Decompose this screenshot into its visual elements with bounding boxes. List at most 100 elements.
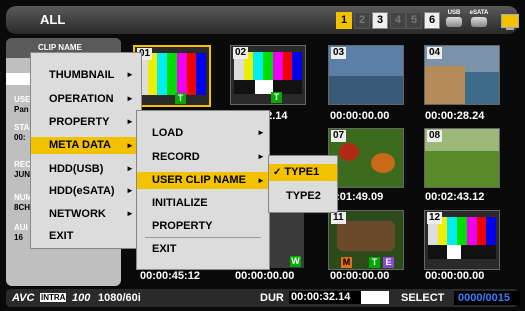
menu-item-network[interactable]: NETWORK ► xyxy=(31,206,141,222)
thumb-number: 07 xyxy=(331,130,347,142)
select-label: SELECT xyxy=(401,292,445,304)
chevron-right-icon: ► xyxy=(126,117,134,126)
thumbnail-07[interactable]: 07 xyxy=(328,128,404,188)
menu-divider xyxy=(145,237,261,238)
thumbnail-12[interactable]: 12 xyxy=(424,210,500,270)
menu-item-label: INITIALIZE xyxy=(152,197,208,209)
thumbnail-03[interactable]: 03 xyxy=(328,45,404,105)
thumbnail-08[interactable]: 08 xyxy=(424,128,500,188)
clip-name-label: CLIP NAME xyxy=(38,43,82,52)
slot-4[interactable]: 4 xyxy=(390,12,406,29)
esata-drive-icon[interactable]: eSATA xyxy=(468,10,490,27)
menu-item-property[interactable]: PROPERTY xyxy=(137,218,269,234)
menu-item-load[interactable]: LOAD ► xyxy=(137,125,269,141)
thumbnail-01[interactable]: 01 T xyxy=(133,45,211,107)
monitor-icon[interactable] xyxy=(501,14,519,30)
duration-bar: 00:00:32.14 xyxy=(289,291,389,304)
menu-item-meta-data[interactable]: META DATA ► xyxy=(31,137,141,154)
thumb-number: 11 xyxy=(331,212,346,224)
menu-item-initialize[interactable]: INITIALIZE xyxy=(137,195,269,211)
menu-item-label: OPERATION xyxy=(49,93,114,105)
menu-item-label: THUMBNAIL xyxy=(49,69,115,81)
start-value: 00: xyxy=(14,133,26,142)
thumb-timecode: 00:00:00.00 xyxy=(330,110,390,122)
thumb-number: 12 xyxy=(427,212,443,224)
check-icon: ✓ xyxy=(273,167,282,178)
menu-item-hdd-esata[interactable]: HDD(eSATA) ► xyxy=(31,183,141,199)
m-badge: M xyxy=(341,257,352,268)
esata-label: eSATA xyxy=(469,10,489,16)
chevron-right-icon: ► xyxy=(126,209,134,218)
slot-6[interactable]: 6 xyxy=(424,12,440,29)
slot-2[interactable]: 2 xyxy=(354,12,370,29)
t-badge: T xyxy=(271,92,282,103)
rec-value: JUN xyxy=(14,170,31,179)
chevron-right-icon: ► xyxy=(126,70,134,79)
format-logo-avc: AVC xyxy=(12,292,35,304)
slot-1[interactable]: 1 xyxy=(336,12,352,29)
usb-drive-icon[interactable]: USB xyxy=(443,10,465,27)
w-badge: W xyxy=(290,256,301,267)
header-bar: ALL 1 2 3 4 5 6 USB eSATA xyxy=(6,6,519,34)
thumb-timecode: 00:00:28.24 xyxy=(425,110,485,122)
chevron-right-icon: ► xyxy=(126,186,134,195)
chevron-right-icon: ► xyxy=(257,152,265,161)
menu-item-user-clip-name[interactable]: USER CLIP NAME ► xyxy=(137,172,269,189)
user-value: Pan xyxy=(14,105,29,114)
slot-5[interactable]: 5 xyxy=(406,12,422,29)
thumb-timecode: 00:00:00.00 xyxy=(425,270,485,282)
chevron-right-icon: ► xyxy=(126,141,134,150)
menu-item-label: PROPERTY xyxy=(152,220,213,232)
format-logo-intra: INTRA xyxy=(40,293,67,302)
menu-item-label: RECORD xyxy=(152,151,200,163)
dur-value: 00:00:32.14 xyxy=(291,291,351,303)
menu-item-type1[interactable]: ✓ TYPE1 xyxy=(269,164,337,181)
menu-item-exit[interactable]: EXIT xyxy=(31,228,141,244)
format-logo-code: 100 xyxy=(72,292,91,304)
t-badge: T xyxy=(175,93,186,104)
user-clip-name-submenu: ✓ TYPE1 TYPE2 xyxy=(268,155,338,213)
menu-item-label: EXIT xyxy=(152,243,177,255)
e-badge: E xyxy=(383,257,394,268)
menu-item-label: EXIT xyxy=(49,230,74,242)
dur-label: DUR xyxy=(260,292,284,304)
user-label: USE xyxy=(14,95,31,104)
chevron-right-icon: ► xyxy=(257,128,265,137)
metadata-submenu: LOAD ► RECORD ► USER CLIP NAME ► INITIALIZE… xyxy=(136,110,270,270)
select-value-box: 0000/0015 xyxy=(454,291,520,305)
rec-label: REC xyxy=(14,160,31,169)
format-value: 1080/60i xyxy=(98,292,141,304)
menu-item-label: USER CLIP NAME xyxy=(152,174,246,186)
thumbnail-11[interactable]: 11 M T E xyxy=(328,210,404,270)
thumbnail-02[interactable]: 02 T xyxy=(230,45,306,105)
chevron-right-icon: ► xyxy=(126,94,134,103)
menu-item-operation[interactable]: OPERATION ► xyxy=(31,91,141,107)
thumb-timecode: 00:00:00.00 xyxy=(330,270,390,282)
menu-item-label: NETWORK xyxy=(49,208,106,220)
thumb-number: 08 xyxy=(427,130,443,142)
thumb-number: 04 xyxy=(427,47,443,59)
thumbnail-04[interactable]: 04 xyxy=(424,45,500,105)
audio-label: AUI xyxy=(14,223,28,232)
menu-item-type2[interactable]: TYPE2 xyxy=(269,188,337,204)
menu-item-thumbnail[interactable]: THUMBNAIL ► xyxy=(31,67,141,83)
usb-label: USB xyxy=(447,10,461,16)
menu-item-property[interactable]: PROPERTY ► xyxy=(31,114,141,130)
menu-item-label: HDD(eSATA) xyxy=(49,185,115,197)
audio-value: 16 xyxy=(14,233,23,242)
main-menu: THUMBNAIL ► OPERATION ► PROPERTY ► META DAT… xyxy=(30,52,142,249)
menu-item-hdd-usb[interactable]: HDD(USB) ► xyxy=(31,161,141,177)
menu-item-label: PROPERTY xyxy=(49,116,110,128)
menu-item-label: LOAD xyxy=(152,127,184,139)
screen: ALL 1 2 3 4 5 6 USB eSATA CLIP NAME USE … xyxy=(0,0,525,311)
thumb-number: 02 xyxy=(233,47,249,59)
menu-item-label: HDD(USB) xyxy=(49,163,104,175)
chevron-right-icon: ► xyxy=(257,176,265,185)
start-label: STA xyxy=(14,123,30,132)
thumb-number: 03 xyxy=(331,47,347,59)
num-value: 8CH xyxy=(14,203,31,212)
slot-3[interactable]: 3 xyxy=(372,12,388,29)
menu-item-record[interactable]: RECORD ► xyxy=(137,149,269,165)
chevron-right-icon: ► xyxy=(126,164,134,173)
menu-item-exit[interactable]: EXIT xyxy=(137,241,269,257)
